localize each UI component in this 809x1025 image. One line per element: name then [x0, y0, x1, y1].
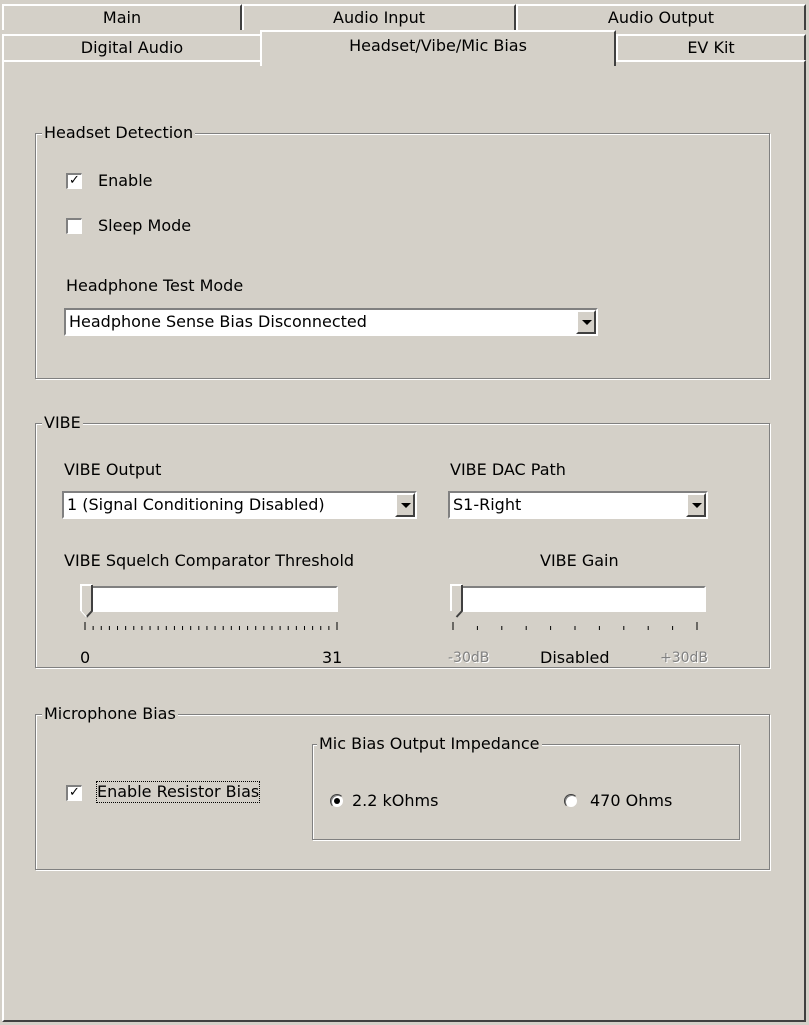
gain-value-label: Disabled — [540, 648, 610, 667]
squelch-slider-thumb[interactable] — [80, 584, 94, 618]
dropdown-button[interactable] — [576, 310, 596, 334]
tab-ev-kit[interactable]: EV Kit — [616, 34, 806, 62]
check-icon: ✓ — [69, 173, 80, 188]
vibe-output-select[interactable]: 1 (Signal Conditioning Disabled) — [62, 491, 417, 519]
vibe-output-value: 1 (Signal Conditioning Disabled) — [67, 495, 325, 514]
vibe-title: VIBE — [42, 413, 83, 433]
dropdown-button[interactable] — [395, 493, 415, 517]
selected-tab-join — [262, 60, 614, 64]
dropdown-button[interactable] — [686, 493, 706, 517]
vibe-output-label: VIBE Output — [64, 460, 162, 479]
squelch-max-label: 31 — [322, 648, 343, 667]
headset-detection-group: Headset Detection — [35, 123, 770, 379]
vibe-gain-label: VIBE Gain — [540, 551, 619, 570]
headphone-test-mode-label: Headphone Test Mode — [66, 276, 244, 295]
chevron-down-icon — [401, 503, 411, 508]
radio-470-ohms-label[interactable]: 470 Ohms — [590, 791, 672, 811]
tab-main[interactable]: Main — [2, 4, 242, 30]
headset-enable-label[interactable]: Enable — [98, 171, 153, 191]
chevron-down-icon — [692, 503, 702, 508]
gain-slider-thumb[interactable] — [450, 584, 464, 618]
tab-audio-output[interactable]: Audio Output — [516, 4, 806, 30]
mic-bias-impedance-title: Mic Bias Output Impedance — [317, 734, 542, 754]
vibe-dac-path-value: S1-Right — [453, 495, 522, 514]
headset-enable-checkbox[interactable]: ✓ — [66, 173, 82, 189]
radio-2-2-kohms[interactable] — [330, 794, 344, 808]
enable-resistor-bias-label[interactable]: Enable Resistor Bias — [95, 781, 261, 803]
squelch-tick-marks — [84, 622, 338, 630]
gain-max-label: +30dB — [660, 650, 709, 666]
tab-audio-input[interactable]: Audio Input — [242, 4, 516, 30]
sleep-mode-checkbox[interactable] — [66, 218, 82, 234]
radio-2-2-kohms-label[interactable]: 2.2 kOhms — [352, 791, 438, 811]
check-icon: ✓ — [69, 785, 80, 800]
vibe-dac-path-label: VIBE DAC Path — [450, 460, 566, 479]
vibe-squelch-label: VIBE Squelch Comparator Threshold — [64, 551, 355, 570]
headphone-test-mode-value: Headphone Sense Bias Disconnected — [69, 312, 367, 331]
gain-slider-track[interactable] — [452, 586, 706, 612]
tab-digital-audio[interactable]: Digital Audio — [2, 34, 262, 62]
squelch-min-label: 0 — [80, 648, 91, 667]
squelch-slider-track[interactable] — [84, 586, 338, 612]
gain-min-label: -30dB — [448, 650, 490, 666]
headset-detection-title: Headset Detection — [42, 123, 196, 143]
vibe-dac-path-select[interactable]: S1-Right — [448, 491, 708, 519]
radio-selected-dot — [334, 798, 340, 804]
microphone-bias-title: Microphone Bias — [42, 704, 178, 724]
gain-tick-marks — [452, 622, 698, 630]
chevron-down-icon — [582, 320, 592, 325]
enable-resistor-bias-checkbox[interactable]: ✓ — [66, 785, 82, 801]
headphone-test-mode-select[interactable]: Headphone Sense Bias Disconnected — [64, 308, 598, 336]
radio-470-ohms[interactable] — [564, 794, 578, 808]
sleep-mode-label[interactable]: Sleep Mode — [98, 216, 191, 236]
